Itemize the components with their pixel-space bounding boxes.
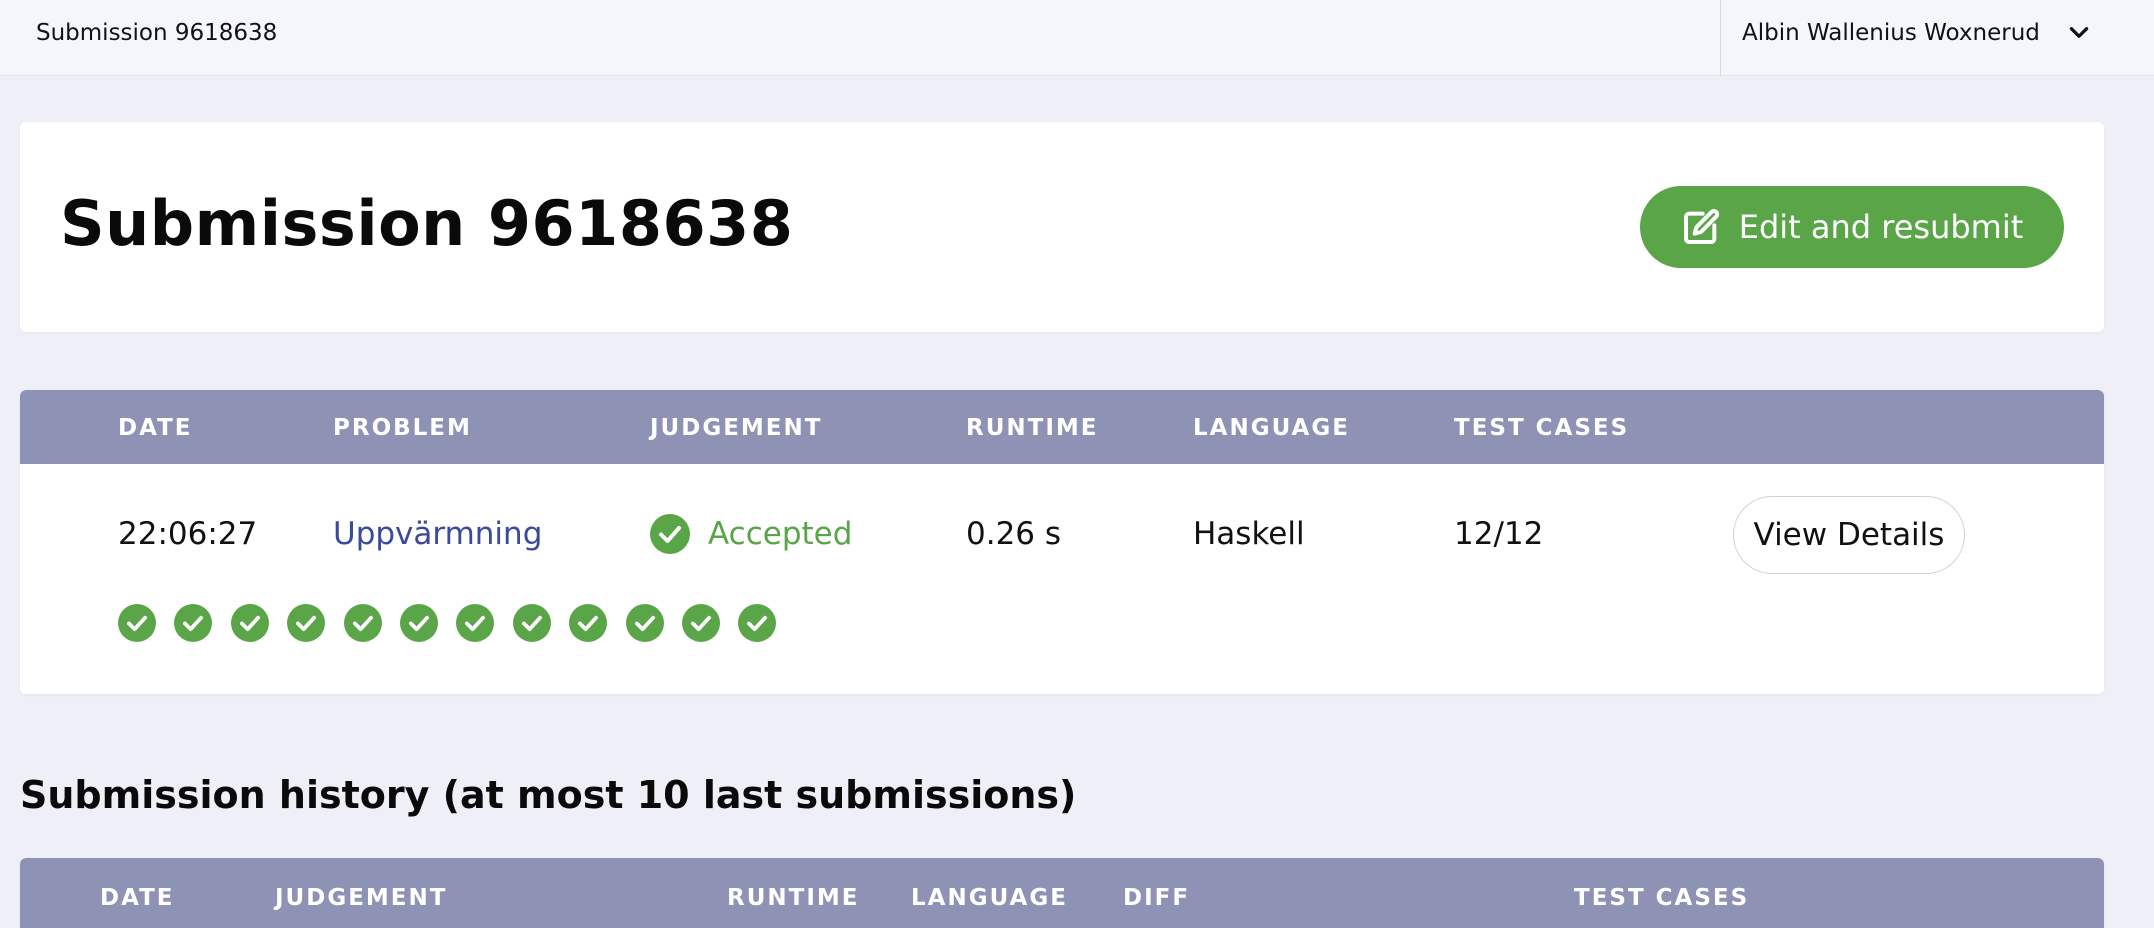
submission-date: 22:06:27 — [118, 516, 258, 552]
history-column-judgement: JUDGEMENT — [275, 885, 448, 911]
test-case-passed-icon[interactable] — [230, 604, 269, 642]
language-value: Haskell — [1193, 516, 1305, 552]
test-case-passed-icon[interactable] — [456, 604, 495, 642]
topbar-title: Submission 9618638 — [36, 20, 278, 46]
test-case-passed-icon[interactable] — [738, 604, 777, 642]
test-case-results — [118, 604, 777, 642]
view-details-button[interactable]: View Details — [1733, 496, 1965, 574]
history-column-diff: DIFF — [1123, 885, 1191, 911]
test-case-passed-icon[interactable] — [287, 604, 326, 642]
problem-link[interactable]: Uppvärmning — [333, 514, 542, 554]
test-case-passed-icon[interactable] — [399, 604, 438, 642]
runtime-value: 0.26 s — [966, 516, 1062, 552]
history-title: Submission history (at most 10 last subm… — [20, 773, 1077, 817]
column-header-judgement: JUDGEMENT — [650, 415, 823, 441]
test-case-passed-icon[interactable] — [118, 604, 156, 642]
submission-table: DATE PROBLEM JUDGEMENT RUNTIME LANGUAGE … — [20, 390, 2104, 694]
test-case-passed-icon[interactable] — [512, 604, 551, 642]
top-bar: Submission 9618638 Albin Wallenius Woxne… — [0, 0, 2154, 76]
history-table-header: DATE JUDGEMENT RUNTIME LANGUAGE DIFF TES… — [20, 858, 2104, 928]
test-cases-value: 12/12 — [1454, 516, 1544, 552]
judgement-status: Accepted — [650, 514, 852, 554]
history-column-runtime: RUNTIME — [727, 885, 860, 911]
test-case-passed-icon[interactable] — [625, 604, 664, 642]
edit-and-resubmit-label: Edit and resubmit — [1738, 208, 2024, 246]
test-case-passed-icon[interactable] — [569, 604, 608, 642]
column-header-runtime: RUNTIME — [966, 415, 1099, 441]
check-circle-icon — [650, 514, 690, 554]
history-table: DATE JUDGEMENT RUNTIME LANGUAGE DIFF TES… — [20, 858, 2104, 928]
column-header-test-cases: TEST CASES — [1454, 415, 1630, 441]
history-column-language: LANGUAGE — [911, 885, 1068, 911]
chevron-down-icon — [2069, 27, 2089, 38]
user-menu[interactable]: Albin Wallenius Woxnerud — [1721, 0, 2121, 76]
submission-header-card: Submission 9618638 Edit and resubmit — [20, 122, 2104, 332]
table-header: DATE PROBLEM JUDGEMENT RUNTIME LANGUAGE … — [20, 390, 2104, 464]
column-header-date: DATE — [118, 415, 193, 441]
user-name: Albin Wallenius Woxnerud — [1742, 20, 2040, 46]
test-case-passed-icon[interactable] — [174, 604, 213, 642]
page-title: Submission 9618638 — [60, 187, 794, 260]
column-header-language: LANGUAGE — [1193, 415, 1350, 441]
history-column-date: DATE — [100, 885, 175, 911]
test-case-passed-icon[interactable] — [343, 604, 382, 642]
column-header-problem: PROBLEM — [333, 415, 472, 441]
history-column-test-cases: TEST CASES — [1574, 885, 1750, 911]
edit-icon — [1683, 209, 1719, 244]
judgement-label: Accepted — [708, 516, 853, 552]
test-case-passed-icon[interactable] — [681, 604, 720, 642]
edit-and-resubmit-button[interactable]: Edit and resubmit — [1640, 186, 2064, 268]
